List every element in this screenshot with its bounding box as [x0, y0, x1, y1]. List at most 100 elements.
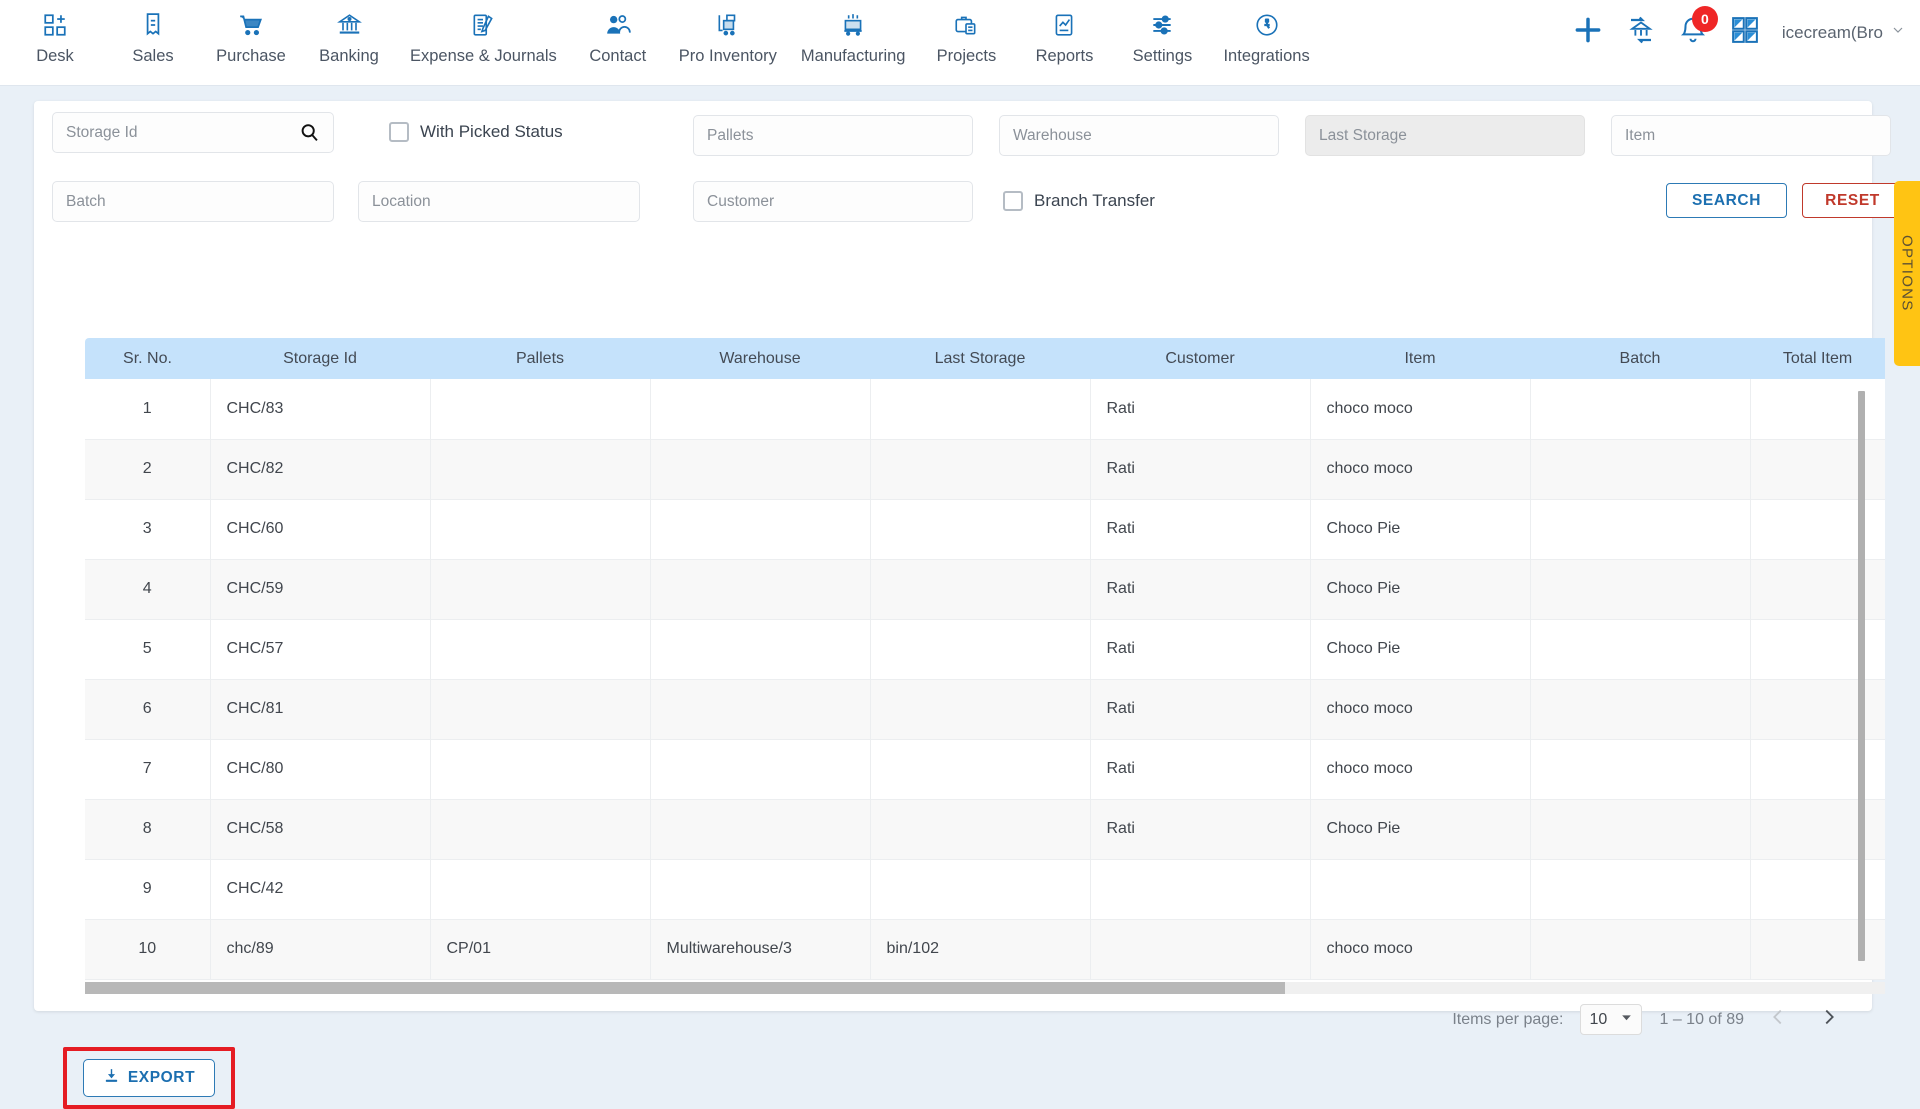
- cell-item: choco moco: [1310, 679, 1531, 740]
- items-per-page-select[interactable]: 10: [1580, 1004, 1643, 1035]
- checkbox-label: Branch Transfer: [1034, 191, 1155, 210]
- cell-warehouse: [650, 739, 871, 800]
- cell-customer: Rati: [1090, 379, 1311, 440]
- table-row[interactable]: 3 CHC/60 Rati Choco Pie: [85, 499, 1885, 560]
- nav-item-expense-journals[interactable]: Expense & Journals: [398, 0, 569, 66]
- last-storage-input[interactable]: Last Storage: [1305, 115, 1585, 156]
- column-header-customer[interactable]: Customer: [1090, 338, 1310, 379]
- cell-item: Choco Pie: [1310, 559, 1531, 620]
- cell-sr-no: 9: [85, 859, 211, 920]
- column-header-storage-id[interactable]: Storage Id: [210, 338, 430, 379]
- cell-sr-no: 10: [85, 919, 211, 980]
- briefcase-icon: [953, 8, 979, 42]
- previous-page-button[interactable]: [1761, 1004, 1795, 1035]
- apps-grid-icon: [1730, 15, 1760, 50]
- cell-pallets: [430, 799, 651, 860]
- reset-button[interactable]: RESET: [1802, 183, 1903, 218]
- nav-item-banking[interactable]: Banking: [300, 0, 398, 66]
- cell-storage-id: CHC/82: [210, 439, 431, 500]
- cell-pallets: [430, 739, 651, 800]
- cell-customer: Rati: [1090, 739, 1311, 800]
- desk-icon: [42, 8, 68, 42]
- with-picked-status-checkbox[interactable]: With Picked Status: [389, 122, 563, 142]
- storage-id-placeholder: Storage Id: [66, 123, 138, 141]
- storage-table: Sr. No. Storage Id Pallets Warehouse Las…: [85, 338, 1885, 980]
- next-page-button[interactable]: [1812, 1004, 1846, 1035]
- storage-id-input[interactable]: Storage Id: [52, 112, 334, 153]
- nav-item-projects[interactable]: Projects: [917, 0, 1015, 66]
- report-icon: [1051, 8, 1077, 42]
- storage-table-container: Sr. No. Storage Id Pallets Warehouse Las…: [85, 338, 1885, 982]
- add-button[interactable]: [1572, 14, 1604, 51]
- items-per-page-value: 10: [1589, 1010, 1608, 1028]
- apps-button[interactable]: [1730, 15, 1760, 50]
- column-header-total-item[interactable]: Total Item: [1750, 338, 1885, 379]
- cell-pallets: [430, 619, 651, 680]
- bank-transfer-icon: [1626, 15, 1656, 50]
- scrollbar-thumb[interactable]: [1858, 391, 1865, 961]
- inventory-icon: [715, 8, 741, 42]
- column-header-warehouse[interactable]: Warehouse: [650, 338, 870, 379]
- cell-last-storage: [870, 559, 1091, 620]
- filter-row-secondary: Batch Location Customer Branch Transfer …: [34, 181, 1903, 237]
- table-row[interactable]: 9 CHC/42: [85, 859, 1885, 920]
- cell-storage-id: CHC/57: [210, 619, 431, 680]
- column-header-sr-no[interactable]: Sr. No.: [85, 338, 210, 379]
- branch-transfer-checkbox[interactable]: Branch Transfer: [1003, 191, 1155, 211]
- table-row[interactable]: 5 CHC/57 Rati Choco Pie: [85, 619, 1885, 680]
- options-tab[interactable]: OPTIONS: [1894, 181, 1920, 366]
- manufacturing-icon: [839, 8, 867, 42]
- table-row[interactable]: 7 CHC/80 Rati choco moco: [85, 739, 1885, 800]
- user-menu[interactable]: icecream(Bro: [1782, 22, 1906, 43]
- customer-placeholder: Customer: [707, 192, 775, 210]
- batch-placeholder: Batch: [66, 192, 106, 210]
- nav-item-contact[interactable]: Contact: [569, 0, 667, 66]
- batch-input[interactable]: Batch: [52, 181, 334, 222]
- nav-label: Desk: [36, 47, 74, 65]
- export-button[interactable]: EXPORT: [83, 1059, 215, 1097]
- cell-batch: [1530, 739, 1751, 800]
- nav-item-desk[interactable]: Desk: [6, 0, 104, 66]
- search-icon[interactable]: [299, 122, 320, 143]
- column-header-pallets[interactable]: Pallets: [430, 338, 650, 379]
- search-button[interactable]: SEARCH: [1666, 183, 1787, 218]
- table-row[interactable]: 1 CHC/83 Rati choco moco: [85, 379, 1885, 440]
- cell-last-storage: [870, 619, 1091, 680]
- export-button-label: EXPORT: [127, 1069, 196, 1086]
- contacts-icon: [604, 8, 632, 42]
- table-row[interactable]: 4 CHC/59 Rati Choco Pie: [85, 559, 1885, 620]
- pallets-input[interactable]: Pallets: [693, 115, 973, 156]
- cell-last-storage: [870, 499, 1091, 560]
- table-header-row: Sr. No. Storage Id Pallets Warehouse Las…: [85, 338, 1885, 379]
- bank-transfer-button[interactable]: [1626, 15, 1656, 50]
- table-row[interactable]: 10 chc/89 CP/01 Multiwarehouse/3 bin/102…: [85, 919, 1885, 980]
- table-row[interactable]: 6 CHC/81 Rati choco moco: [85, 679, 1885, 740]
- nav-item-purchase[interactable]: Purchase: [202, 0, 300, 66]
- warehouse-input[interactable]: Warehouse: [999, 115, 1279, 156]
- nav-item-integrations[interactable]: Integrations: [1211, 0, 1321, 66]
- nav-item-sales[interactable]: Sales: [104, 0, 202, 66]
- page-range-label: 1 – 10 of 89: [1659, 1010, 1744, 1028]
- user-name-label: icecream(Bro: [1781, 22, 1883, 42]
- cart-icon: [237, 8, 265, 42]
- customer-input[interactable]: Customer: [693, 181, 973, 222]
- page-vertical-scrollbar[interactable]: [1856, 391, 1866, 981]
- column-header-item[interactable]: Item: [1310, 338, 1530, 379]
- item-input[interactable]: Item: [1611, 115, 1891, 156]
- nav-item-reports[interactable]: Reports: [1015, 0, 1113, 66]
- location-input[interactable]: Location: [358, 181, 640, 222]
- table-row[interactable]: 8 CHC/58 Rati Choco Pie: [85, 799, 1885, 860]
- cell-warehouse: [650, 859, 871, 920]
- bank-icon: [336, 8, 363, 42]
- nav-item-pro-inventory[interactable]: Pro Inventory: [667, 0, 789, 66]
- plus-icon: [1572, 14, 1604, 51]
- scrollbar-thumb[interactable]: [85, 982, 1285, 994]
- notifications-button[interactable]: 0: [1678, 6, 1718, 50]
- nav-item-manufacturing[interactable]: Manufacturing: [789, 0, 918, 66]
- column-header-last-storage[interactable]: Last Storage: [870, 338, 1090, 379]
- table-horizontal-scrollbar[interactable]: [85, 982, 1885, 994]
- cell-last-storage: [870, 739, 1091, 800]
- column-header-batch[interactable]: Batch: [1530, 338, 1750, 379]
- table-row[interactable]: 2 CHC/82 Rati choco moco: [85, 439, 1885, 500]
- nav-item-settings[interactable]: Settings: [1113, 0, 1211, 66]
